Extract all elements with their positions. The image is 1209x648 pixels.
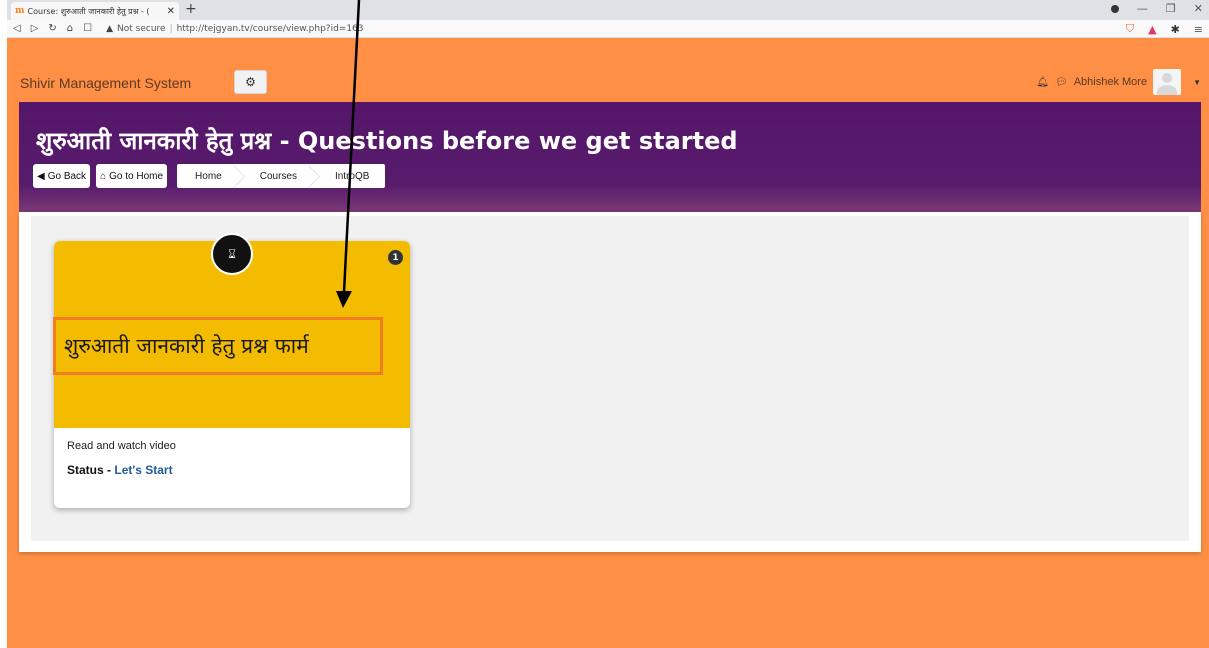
- url-separator: |: [169, 23, 173, 34]
- bell-icon[interactable]: 🔔︎: [1036, 77, 1049, 88]
- page-header: शुरुआती जानकारी हेतु प्रश्न - Questions …: [19, 102, 1201, 212]
- app-navbar: Shivir Management System ⚙ 🔔︎ 💬︎ Abhishe…: [7, 63, 1209, 102]
- brave-shield-icon[interactable]: ⛉: [1126, 22, 1134, 36]
- window-controls: — ❐ ✕: [1110, 2, 1203, 15]
- bookmark-icon[interactable]: ☐: [83, 23, 92, 34]
- brave-rewards-icon[interactable]: ▲: [1148, 23, 1156, 36]
- warning-icon: ▲: [106, 23, 114, 34]
- breadcrumb-label: Home: [195, 170, 222, 182]
- forward-icon[interactable]: ▷: [31, 23, 39, 34]
- page-title: शुरुआती जानकारी हेतु प्रश्न - Questions …: [36, 127, 738, 155]
- arrow-circle-left-icon: ◀: [37, 170, 45, 182]
- highlighted-activity-title[interactable]: शुरुआती जानकारी हेतु प्रश्न फार्म: [53, 317, 383, 375]
- profile-icon[interactable]: [1110, 4, 1119, 13]
- url-text: http://tejgyan.tv/course/view.php?id=163: [176, 23, 364, 34]
- admin-settings-button[interactable]: ⚙: [234, 70, 267, 94]
- menu-icon[interactable]: ≡: [1194, 23, 1203, 36]
- status-separator: -: [103, 463, 115, 477]
- avatar[interactable]: [1153, 69, 1182, 95]
- url-field[interactable]: ▲ Not secure | http://tejgyan.tv/course/…: [106, 24, 363, 34]
- user-menu[interactable]: 🔔︎ 💬︎ Abhishek More ▼: [1036, 69, 1201, 95]
- go-back-button[interactable]: ◀ Go Back: [33, 164, 91, 188]
- moodle-favicon-icon: m: [15, 6, 25, 16]
- tab-title: Course: शुरुआती जानकारी हेतु प्रश्न - (: [27, 6, 150, 16]
- course-content: 1 शुरुआती जानकारी हेतु प्रश्न फार्म ⌛︎ R…: [19, 212, 1201, 552]
- header-actions: ◀ Go Back ⌂ Go to Home Home Courses Intr…: [33, 164, 386, 188]
- activity-description: Read and watch video: [67, 440, 176, 452]
- home-icon: ⌂: [100, 170, 107, 182]
- hourglass-icon: ⌛︎: [211, 233, 253, 275]
- back-icon[interactable]: ◁: [13, 23, 21, 34]
- screen: m Course: शुरुआती जानकारी हेतु प्रश्न - …: [7, 0, 1209, 648]
- security-label: Not secure: [117, 23, 166, 34]
- close-window-icon[interactable]: ✕: [1194, 2, 1203, 15]
- status-link[interactable]: Let's Start: [114, 463, 172, 477]
- browser-tab[interactable]: m Course: शुरुआती जानकारी हेतु प्रश्न - …: [11, 2, 179, 20]
- breadcrumb: Home Courses IntroQB: [177, 164, 386, 188]
- chat-icon[interactable]: 💬︎: [1055, 77, 1068, 88]
- breadcrumb-home[interactable]: Home: [177, 164, 238, 188]
- extensions-icon[interactable]: ✱: [1171, 23, 1180, 36]
- go-home-label: Go to Home: [109, 170, 164, 182]
- user-name[interactable]: Abhishek More: [1074, 76, 1147, 88]
- close-tab-icon[interactable]: ✕: [167, 6, 175, 17]
- status-label: Status: [67, 463, 104, 477]
- breadcrumb-label: IntroQB: [334, 170, 370, 182]
- activity-status: Status - Let's Start: [67, 463, 173, 477]
- activity-grid: 1 शुरुआती जानकारी हेतु प्रश्न फार्म ⌛︎ R…: [31, 216, 1189, 541]
- restore-icon[interactable]: ❐: [1166, 2, 1176, 15]
- home-icon[interactable]: ⌂: [67, 23, 73, 34]
- reload-icon[interactable]: ↻: [48, 23, 56, 34]
- address-bar: ◁ ▷ ↻ ⌂ ☐ ▲ Not secure | http://tejgyan.…: [7, 20, 1209, 38]
- new-tab-icon[interactable]: +: [185, 1, 197, 17]
- breadcrumb-courses[interactable]: Courses: [238, 164, 313, 188]
- gears-icon: ⚙: [245, 75, 256, 89]
- breadcrumb-label: Courses: [259, 170, 297, 182]
- go-back-label: Go Back: [47, 170, 87, 182]
- breadcrumb-introqb[interactable]: IntroQB: [313, 164, 385, 188]
- activity-count-badge: 1: [388, 250, 403, 265]
- brand-name[interactable]: Shivir Management System: [20, 75, 191, 91]
- go-home-button[interactable]: ⌂ Go to Home: [96, 164, 168, 188]
- caret-down-icon[interactable]: ▼: [1193, 78, 1201, 87]
- browser-tab-strip: m Course: शुरुआती जानकारी हेतु प्रश्न - …: [7, 0, 1209, 20]
- minimize-icon[interactable]: —: [1137, 2, 1148, 15]
- activity-title[interactable]: शुरुआती जानकारी हेतु प्रश्न फार्म: [64, 332, 309, 360]
- activity-card[interactable]: 1 शुरुआती जानकारी हेतु प्रश्न फार्म ⌛︎ R…: [53, 233, 410, 508]
